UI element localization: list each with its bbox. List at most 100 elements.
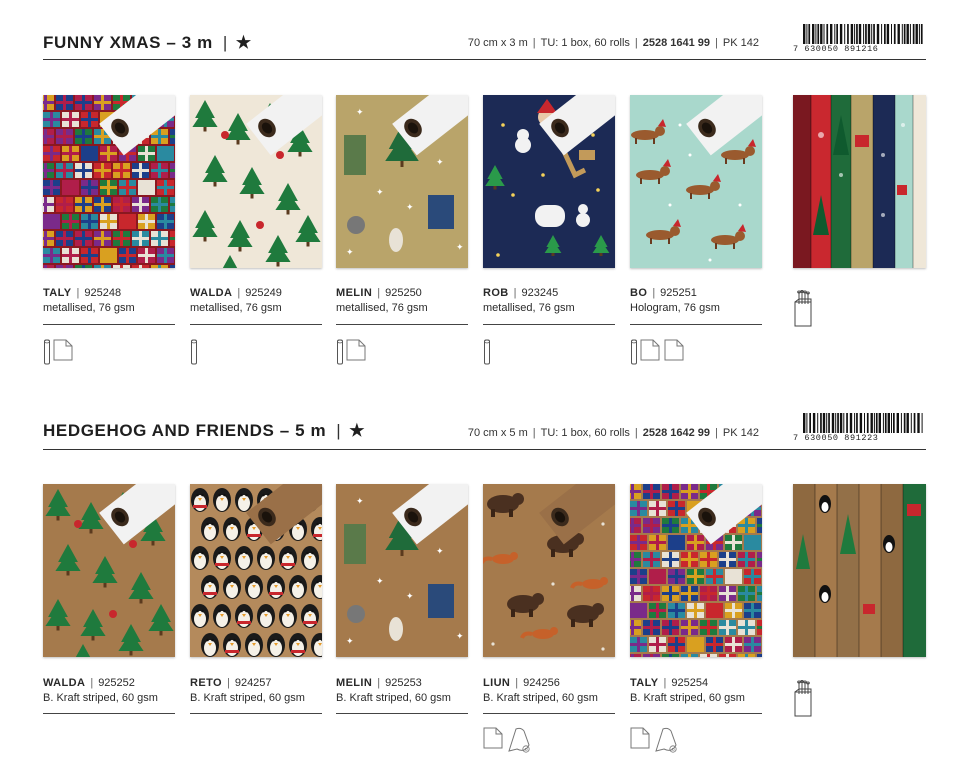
product-swatch[interactable]: ✦✦✦✦✦✦✦ — [336, 484, 468, 657]
svg-text:↻: ↻ — [671, 748, 675, 753]
label-separator: | — [513, 287, 517, 299]
product-swatch[interactable]: ✦✦✦✦✦✦✦ — [336, 95, 468, 268]
sheet-icon — [483, 727, 503, 754]
sheet-icon — [346, 339, 366, 366]
pattern-image — [483, 95, 615, 268]
pattern-image — [43, 95, 175, 268]
product-material: metallised, 76 gsm — [483, 302, 575, 314]
svg-text:✦: ✦ — [346, 248, 354, 258]
label-separator: | — [515, 677, 519, 689]
product-label: RETO | 924257 B. Kraft striped, 60 gsm — [190, 676, 322, 706]
label-separator: | — [76, 287, 80, 299]
product-name: LIUN — [483, 677, 511, 689]
product-material: metallised, 76 gsm — [336, 302, 428, 314]
section-title: FUNNY XMAS – 3 m | ★ — [43, 33, 252, 52]
sheet-icon — [630, 727, 650, 754]
svg-text:✦: ✦ — [436, 158, 444, 168]
svg-text:✦: ✦ — [376, 188, 384, 198]
product-label: MELIN | 925253 B. Kraft striped, 60 gsm — [336, 676, 468, 706]
label-rule — [483, 713, 615, 714]
pattern-image — [190, 95, 322, 268]
svg-text:✦: ✦ — [356, 108, 364, 118]
product-swatch[interactable] — [190, 484, 322, 657]
svg-text:✦: ✦ — [346, 637, 354, 647]
roll-icon — [483, 339, 491, 370]
product-label: WALDA | 925252 B. Kraft striped, 60 gsm — [43, 676, 175, 706]
svg-text:✦: ✦ — [456, 632, 464, 642]
product-label: WALDA | 925249 metallised, 76 gsm — [190, 286, 322, 316]
display-box-icon — [794, 290, 812, 327]
roll-icon — [630, 339, 638, 370]
svg-text:✦: ✦ — [456, 243, 464, 253]
svg-text:↻: ↻ — [524, 748, 528, 753]
pattern-image — [630, 484, 762, 657]
title-separator: | — [222, 33, 228, 52]
barcode-number: 7 630050 891216 — [793, 44, 879, 54]
product-label: BO | 925251 Hologram, 76 gsm — [630, 286, 762, 316]
section-meta: 70 cm x 3 m | TU: 1 box, 60 rolls | 2528 164… — [467, 37, 759, 49]
rolls-photo — [793, 95, 926, 268]
label-rule — [43, 324, 175, 325]
product-swatch[interactable] — [483, 484, 615, 657]
label-rule — [336, 713, 468, 714]
product-material: B. Kraft striped, 60 gsm — [336, 692, 451, 704]
product-material: B. Kraft striped, 60 gsm — [190, 692, 305, 704]
label-separator: | — [226, 677, 230, 689]
product-swatch[interactable] — [190, 95, 322, 268]
product-name: TALY — [630, 677, 659, 689]
product-sku: 925254 — [671, 677, 709, 689]
rolls-photo — [793, 484, 926, 657]
product-sku: 925248 — [84, 287, 122, 299]
product-name: ROB — [483, 287, 509, 299]
product-swatch[interactable] — [43, 95, 175, 268]
svg-text:✦: ✦ — [436, 547, 444, 557]
pattern-image — [483, 484, 615, 657]
product-name: WALDA — [43, 677, 86, 689]
pattern-image: ✦✦✦✦✦✦✦ — [336, 484, 468, 657]
label-rule — [630, 713, 762, 714]
roll-icon — [336, 339, 344, 370]
product-swatch[interactable] — [630, 95, 762, 268]
product-name: MELIN — [336, 287, 373, 299]
section-rule — [43, 449, 926, 450]
product-label: MELIN | 925250 metallised, 76 gsm — [336, 286, 468, 316]
product-material: B. Kraft striped, 60 gsm — [630, 692, 745, 704]
product-name: TALY — [43, 287, 72, 299]
svg-text:✦: ✦ — [376, 577, 384, 587]
sheet-icon — [53, 339, 73, 366]
product-swatch[interactable] — [483, 95, 615, 268]
label-separator: | — [377, 287, 381, 299]
product-material: metallised, 76 gsm — [190, 302, 282, 314]
product-label: LIUN | 924256 B. Kraft striped, 60 gsm — [483, 676, 615, 706]
label-separator: | — [663, 677, 667, 689]
label-rule — [336, 324, 468, 325]
svg-text:✦: ✦ — [406, 203, 414, 213]
product-material: metallised, 76 gsm — [43, 302, 135, 314]
label-separator: | — [377, 677, 381, 689]
pattern-image: ✦✦✦✦✦✦✦ — [336, 95, 468, 268]
label-rule — [190, 324, 322, 325]
product-swatch[interactable] — [630, 484, 762, 657]
label-rule — [190, 713, 322, 714]
pattern-image — [190, 484, 322, 657]
pattern-image — [43, 484, 175, 657]
display-box-icon — [794, 680, 812, 717]
title-separator: | — [336, 421, 342, 440]
product-name: WALDA — [190, 287, 233, 299]
recycle-roll-icon: ↻ — [507, 727, 531, 758]
section-meta: 70 cm x 5 m | TU: 1 box, 60 rolls | 2528 164… — [467, 427, 759, 439]
product-label: ROB | 923245 metallised, 76 gsm — [483, 286, 615, 316]
product-material: B. Kraft striped, 60 gsm — [43, 692, 158, 704]
product-swatch[interactable] — [43, 484, 175, 657]
product-material: B. Kraft striped, 60 gsm — [483, 692, 598, 704]
sheet-icon — [640, 339, 660, 366]
label-separator: | — [237, 287, 241, 299]
label-rule — [630, 324, 762, 325]
product-label: TALY | 925248 metallised, 76 gsm — [43, 286, 175, 316]
product-sku: 925251 — [660, 287, 697, 299]
product-sku: 924257 — [234, 677, 272, 689]
section-rule — [43, 59, 926, 60]
svg-text:✦: ✦ — [356, 497, 364, 507]
product-name: MELIN — [336, 677, 373, 689]
label-rule — [483, 324, 615, 325]
